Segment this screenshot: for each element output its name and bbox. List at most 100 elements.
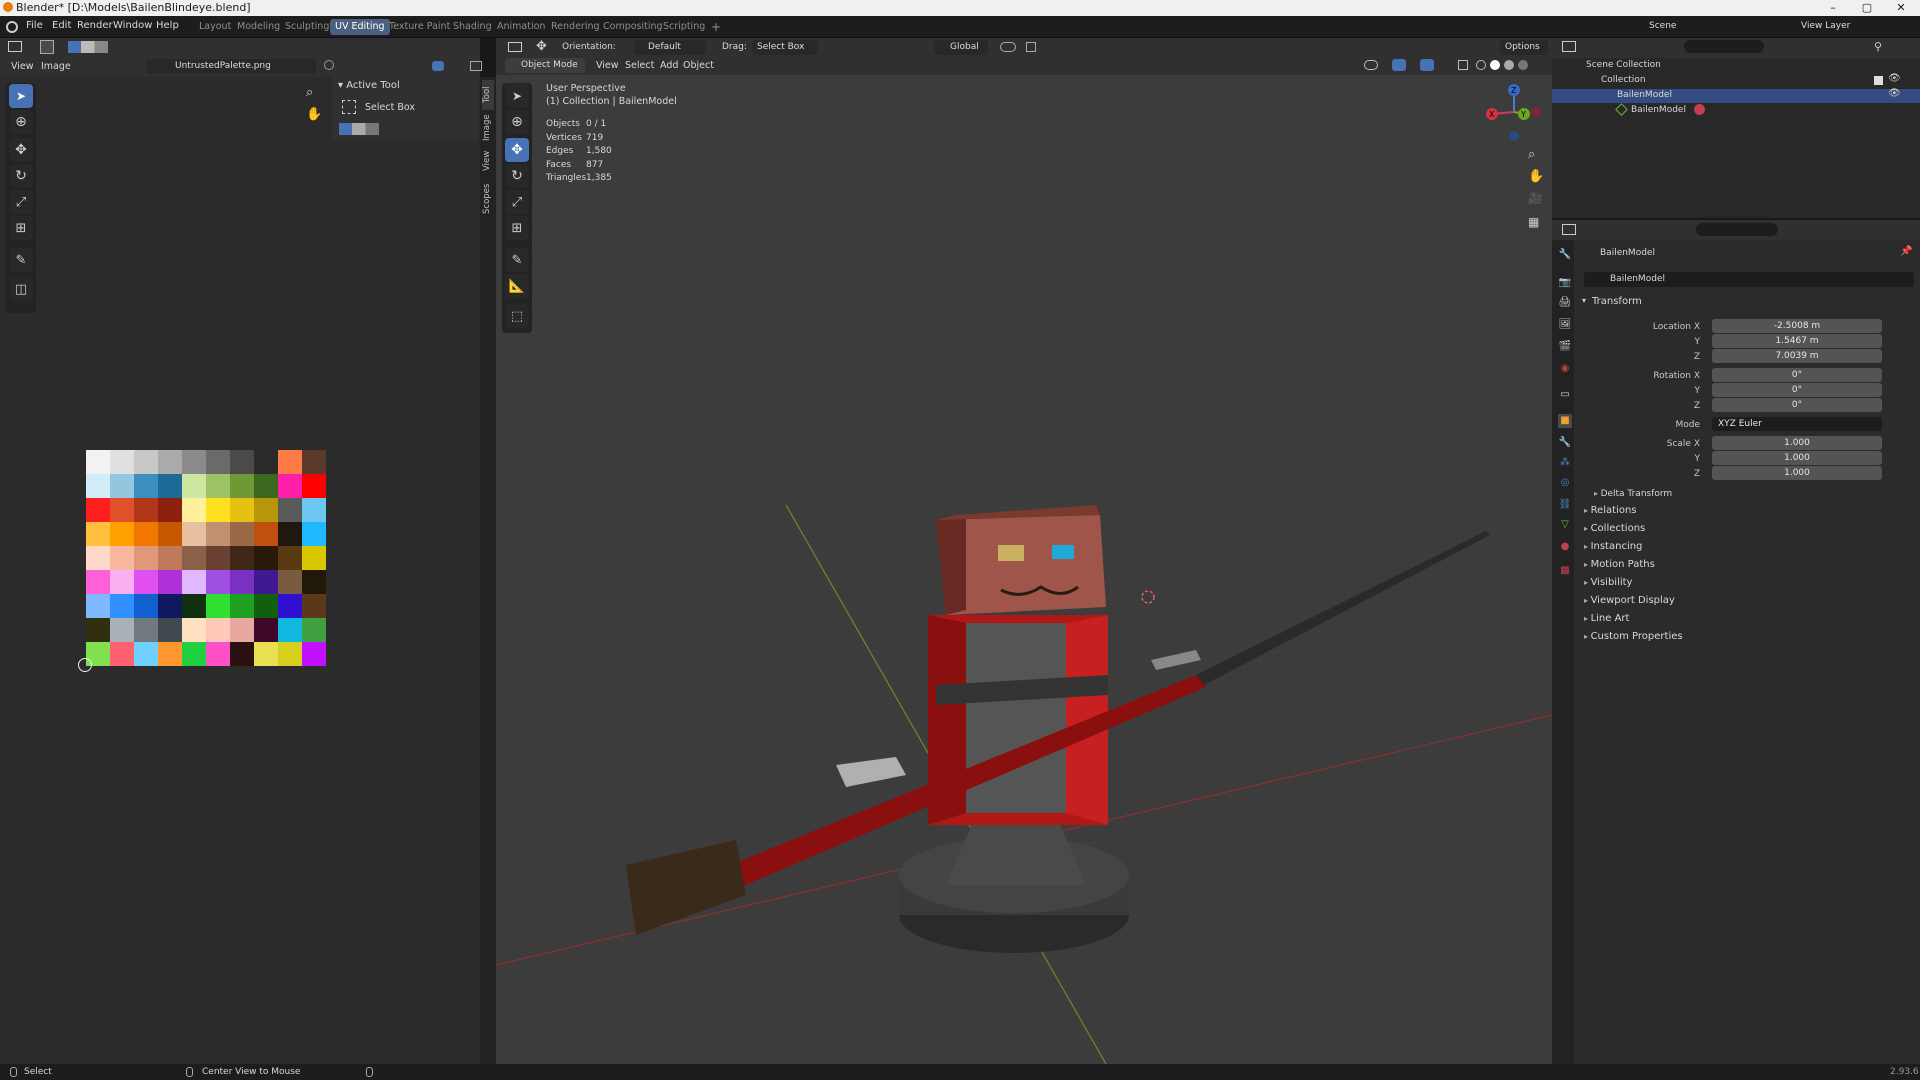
properties-search-field[interactable] [1696,223,1778,236]
uv-palette-image[interactable] [86,450,326,690]
pin-icon[interactable]: 📌 [1900,247,1912,257]
selection-mode-icon[interactable] [68,41,108,53]
camera-view-icon[interactable]: 🎥 [1528,192,1543,204]
modifier-props-icon[interactable]: 🔧 [1558,436,1572,450]
hand-icon[interactable]: ✋ [306,108,322,121]
move-tool[interactable]: ✥ [9,138,33,162]
rotation-mode-dropdown[interactable]: XYZ Euler [1712,417,1882,431]
outliner-scene-collection[interactable]: Scene Collection [1586,60,1661,70]
physics-props-icon[interactable]: ◎ [1558,476,1572,490]
motion-paths-section[interactable]: Motion Paths [1584,559,1655,570]
relations-section[interactable]: Relations [1584,505,1637,516]
orientation-dropdown[interactable]: Default [634,40,706,55]
navigation-gizmo[interactable]: Z X Y [1482,80,1546,144]
select-box-tool[interactable]: ➤ [9,84,33,108]
viewport-editor-type-icon[interactable] [508,42,522,52]
viewport-menu-view[interactable]: View [596,60,619,71]
snap-icon[interactable] [1000,42,1016,52]
tab-texture-paint[interactable]: Texture Paint [384,19,455,35]
viewport-menu-object[interactable]: Object [683,60,714,71]
menu-window[interactable]: Window [113,20,152,31]
transform-orientation-dropdown[interactable]: Global [934,40,988,55]
location-z-field[interactable]: 7.0039 m [1712,349,1882,363]
outliner-collection[interactable]: Collection [1601,75,1646,85]
outliner-editor-icon[interactable] [1562,41,1576,52]
filter-icon[interactable]: ⚲ [1874,41,1882,52]
vp-annotate-tool[interactable]: ✎ [505,248,529,272]
2d-cursor-icon[interactable] [78,658,92,672]
view-layer-props-icon[interactable]: 🖼 [1558,318,1572,332]
tab-tool[interactable]: Tool [482,80,494,110]
outliner-mesh[interactable]: BailenModel [1631,105,1686,115]
constraints-props-icon[interactable]: ⛓ [1558,498,1572,512]
select-tool-icon[interactable] [40,40,54,54]
shading-wireframe-icon[interactable] [1476,60,1486,70]
viewport-zoom-icon[interactable]: ⌕ [1528,148,1535,161]
maximize-button[interactable]: ▢ [1852,0,1882,16]
data-props-icon[interactable]: ▽ [1558,518,1572,532]
location-y-field[interactable]: 1.5467 m [1712,334,1882,348]
vp-transform-tool[interactable]: ⊞ [505,216,529,240]
scale-x-field[interactable]: 1.000 [1712,436,1882,450]
scale-tool[interactable]: ⤢ [9,190,33,214]
zoom-icon[interactable]: ⌕ [306,86,313,99]
drag-dropdown[interactable]: Select Box [752,40,818,55]
blender-menu-icon[interactable] [6,21,18,33]
collections-section[interactable]: Collections [1584,523,1646,534]
collection-visibility-icon[interactable]: 👁 [1888,74,1901,84]
tab-image[interactable]: Image [482,112,494,144]
vp-select-tool[interactable]: ➤ [505,84,529,108]
shading-solid-icon[interactable] [1490,60,1500,70]
transform-tool[interactable]: ⊞ [9,216,33,240]
render-props-icon[interactable]: 📷 [1558,276,1572,290]
vp-scale-tool[interactable]: ⤢ [505,190,529,214]
location-x-field[interactable]: -2.5008 m [1712,319,1882,333]
tab-modeling[interactable]: Modeling [232,19,285,35]
viewport-display-section[interactable]: Viewport Display [1584,595,1675,606]
viewport-pan-icon[interactable]: ✋ [1528,170,1544,183]
tab-sculpting[interactable]: Sculpting [280,19,334,35]
properties-editor-icon[interactable] [1562,224,1576,235]
grab-tool[interactable]: ◫ [9,277,33,301]
rotation-z-field[interactable]: 0° [1712,398,1882,412]
tab-uv-editing[interactable]: UV Editing [330,19,390,35]
view-layer-selector[interactable]: View Layer [1772,19,1892,34]
menu-file[interactable]: File [26,20,43,31]
scale-y-field[interactable]: 1.000 [1712,451,1882,465]
shading-rendered-icon[interactable] [1518,60,1528,70]
viewport-visibility-icon[interactable] [1364,60,1378,70]
menu-help[interactable]: Help [156,20,179,31]
transform-panel-header[interactable]: Transform [1592,296,1642,307]
scale-z-field[interactable]: 1.000 [1712,466,1882,480]
world-props-icon[interactable]: ◉ [1558,362,1572,376]
menu-edit[interactable]: Edit [52,20,71,31]
mode-dropdown[interactable]: Object Mode [505,58,585,73]
tab-view[interactable]: View [482,148,494,174]
output-props-icon[interactable]: 🖨 [1558,296,1572,310]
tool-mode-icons[interactable] [339,123,379,135]
vp-cursor-tool[interactable]: ⊕ [505,110,529,134]
tab-scripting[interactable]: Scripting [658,19,710,35]
tab-animation[interactable]: Animation [492,19,550,35]
annotate-tool[interactable]: ✎ [9,248,33,272]
uv-sync-icon[interactable] [470,61,482,71]
object-props-icon[interactable]: ■ [1558,414,1572,428]
collection-props-icon[interactable]: ▭ [1558,388,1572,402]
object-visibility-icon[interactable]: 👁 [1888,89,1901,99]
image-datablock-selector[interactable]: UntrustedPalette.png [146,59,316,74]
vp-rotate-tool[interactable]: ↻ [505,164,529,188]
xray-icon[interactable] [1458,60,1468,70]
material-icon[interactable] [1694,104,1705,115]
tool-props-icon[interactable]: 🔧 [1558,248,1572,262]
editor-type-icon[interactable] [8,41,22,52]
texture-props-icon[interactable]: ▩ [1558,564,1572,578]
add-workspace-button[interactable]: + [706,19,726,35]
tab-layout[interactable]: Layout [194,19,236,35]
transform-pivot-icon[interactable]: ✥ [536,40,547,53]
vp-add-cube-tool[interactable]: ⬚ [505,304,529,328]
menu-render[interactable]: Render [77,20,113,31]
image-pin-icon[interactable] [324,60,334,70]
instancing-section[interactable]: Instancing [1584,541,1643,552]
image-menu-view[interactable]: View [11,61,34,72]
gizmo-toggle-icon[interactable] [1392,59,1406,71]
